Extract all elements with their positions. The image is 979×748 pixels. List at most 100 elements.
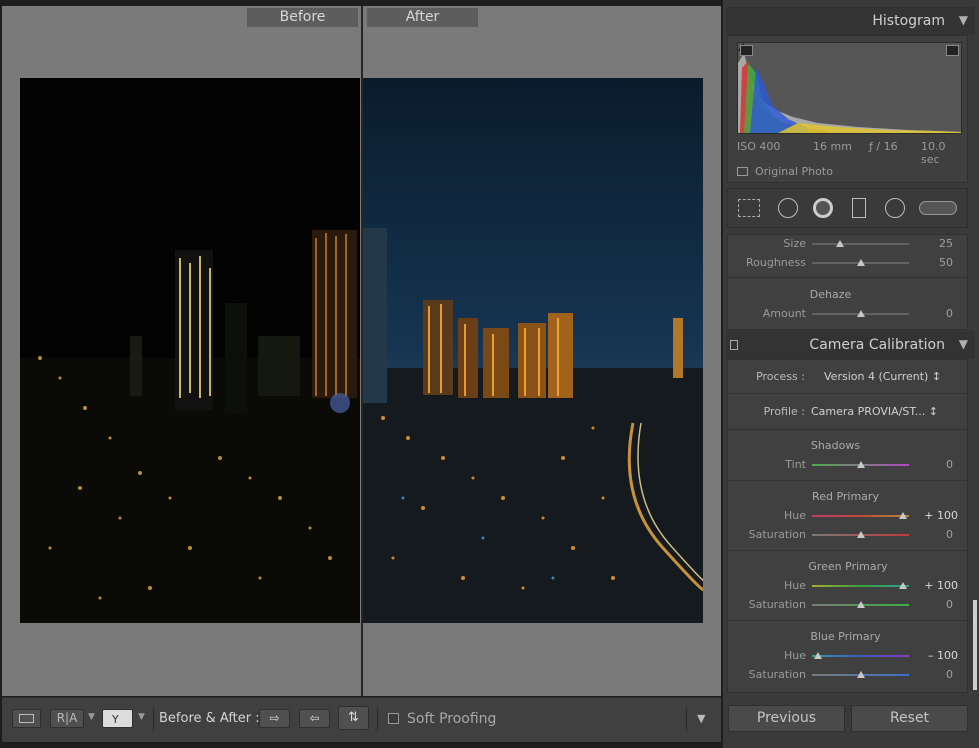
soft-proofing-checkbox[interactable]	[388, 713, 399, 724]
histogram-header[interactable]: Histogram ▼	[726, 7, 975, 35]
green-hue-label: Hue	[783, 579, 806, 592]
shadows-tint-label: Tint	[785, 458, 806, 471]
profile-select[interactable]: Camera PROVIA/ST... ↕	[811, 405, 938, 418]
row-separator	[728, 429, 969, 430]
tool-strip	[727, 188, 968, 228]
panel-scrollbar[interactable]	[973, 600, 977, 690]
before-photo[interactable]	[20, 78, 360, 623]
profile-label: Profile :	[763, 405, 805, 418]
spot-removal-icon[interactable]	[778, 198, 798, 218]
size-slider-thumb[interactable]	[836, 240, 844, 247]
exif-focal-length: 16 mm	[813, 140, 852, 153]
original-photo-label: Original Photo	[755, 165, 833, 178]
radial-filter-icon[interactable]	[885, 198, 905, 218]
arrow-left-icon: ⇦	[309, 711, 320, 725]
adjustment-brush-icon[interactable]	[919, 201, 957, 215]
row-separator	[728, 620, 969, 621]
lightroom-develop-window: Before After R|A ▼ Y ▼ Before & After: …	[0, 0, 979, 748]
dehaze-amount-value: 0	[946, 307, 953, 320]
blue-hue-slider[interactable]	[812, 655, 909, 657]
red-hue-slider[interactable]	[812, 515, 909, 517]
shadows-tint-value: 0	[946, 458, 953, 471]
panel-switch-icon[interactable]	[730, 340, 738, 350]
roughness-value: 50	[939, 256, 953, 269]
before-after-view: Before After	[2, 6, 721, 696]
process-label: Process :	[756, 370, 805, 383]
loupe-view-icon	[19, 714, 34, 723]
reference-view-menu-icon[interactable]: ▼	[88, 712, 95, 722]
reset-button[interactable]: Reset	[851, 705, 968, 732]
green-saturation-thumb[interactable]	[857, 601, 865, 608]
green-hue-thumb[interactable]	[899, 582, 907, 589]
exif-shutter: 10.0 sec	[921, 140, 946, 166]
row-separator	[728, 550, 969, 551]
swap-icon: ⇅	[348, 710, 359, 725]
arrow-right-icon: ⇨	[269, 711, 280, 725]
red-primary-title: Red Primary	[812, 490, 879, 503]
process-select[interactable]: Version 4 (Current) ↕	[824, 370, 941, 383]
roughness-slider-thumb[interactable]	[857, 259, 865, 266]
graduated-filter-icon[interactable]	[852, 198, 866, 218]
blue-saturation-thumb[interactable]	[857, 671, 865, 678]
original-photo-checkbox[interactable]	[737, 167, 748, 176]
shadow-clipping-icon[interactable]	[740, 45, 753, 56]
effects-section: Size 25 Roughness 50 Dehaze Amount 0	[727, 234, 969, 330]
red-hue-value: + 100	[924, 509, 958, 522]
collapse-triangle-icon[interactable]: ▼	[959, 13, 968, 27]
green-hue-slider[interactable]	[812, 585, 909, 587]
before-label: Before	[247, 8, 358, 27]
size-slider[interactable]	[812, 243, 909, 245]
shadows-title: Shadows	[810, 439, 861, 452]
row-separator	[728, 480, 969, 481]
histogram-graph[interactable]	[737, 42, 962, 134]
camera-calibration-header[interactable]: Camera Calibration ▼	[726, 331, 975, 359]
histogram-box: ISO 400 16 mm ƒ / 16 10.0 sec Original P…	[727, 35, 968, 183]
reference-view-button[interactable]: R|A	[50, 709, 84, 728]
green-saturation-value: 0	[946, 598, 953, 611]
red-hue-thumb[interactable]	[899, 512, 907, 519]
row-separator	[728, 277, 969, 278]
loupe-view-button[interactable]	[12, 709, 41, 728]
before-after-mode-button[interactable]: Y	[102, 709, 133, 728]
red-hue-label: Hue	[783, 509, 806, 522]
swap-before-after-button[interactable]: ⇅	[338, 706, 369, 730]
histogram-title: Histogram	[872, 13, 945, 29]
previous-button[interactable]: Previous	[728, 705, 845, 732]
green-primary-title: Green Primary	[808, 560, 888, 573]
blue-saturation-label: Saturation	[748, 668, 806, 681]
row-separator	[728, 393, 969, 394]
camera-calibration-panel: Process : Version 4 (Current) ↕ Profile …	[727, 359, 969, 693]
crop-overlay-icon[interactable]	[738, 199, 760, 217]
toolbar-separator	[153, 707, 154, 731]
before-after-label: Before & After :	[159, 711, 260, 726]
red-saturation-label: Saturation	[748, 528, 806, 541]
blue-hue-value: – 100	[928, 649, 958, 662]
red-eye-icon[interactable]	[813, 198, 833, 218]
green-hue-value: + 100	[924, 579, 958, 592]
dehaze-title: Dehaze	[809, 288, 852, 301]
blue-hue-label: Hue	[783, 649, 806, 662]
blue-hue-thumb[interactable]	[814, 652, 822, 659]
shadows-tint-thumb[interactable]	[857, 461, 865, 468]
highlight-clipping-icon[interactable]	[946, 45, 959, 56]
dehaze-amount-thumb[interactable]	[857, 310, 865, 317]
before-after-menu-icon[interactable]: ▼	[138, 712, 145, 722]
dehaze-amount-label: Amount	[762, 307, 806, 320]
toolbar-separator	[686, 707, 687, 731]
camera-calibration-title: Camera Calibration	[809, 337, 945, 353]
after-photo[interactable]	[363, 78, 703, 623]
toolbar-separator	[377, 707, 378, 731]
red-saturation-thumb[interactable]	[857, 531, 865, 538]
size-label: Size	[783, 237, 806, 250]
copy-after-to-before-button[interactable]: ⇦	[299, 709, 330, 728]
exif-iso: ISO 400	[737, 140, 781, 153]
green-saturation-label: Saturation	[748, 598, 806, 611]
soft-proofing-label: Soft Proofing	[407, 711, 497, 727]
collapse-triangle-icon[interactable]: ▼	[959, 337, 968, 351]
after-label: After	[367, 8, 478, 27]
toolbar-menu-icon[interactable]: ▼	[697, 712, 705, 725]
blue-primary-title: Blue Primary	[810, 630, 881, 643]
split-view-icon: Y	[112, 713, 119, 726]
copy-before-to-after-button[interactable]: ⇨	[259, 709, 290, 728]
exif-aperture: ƒ / 16	[869, 140, 898, 153]
